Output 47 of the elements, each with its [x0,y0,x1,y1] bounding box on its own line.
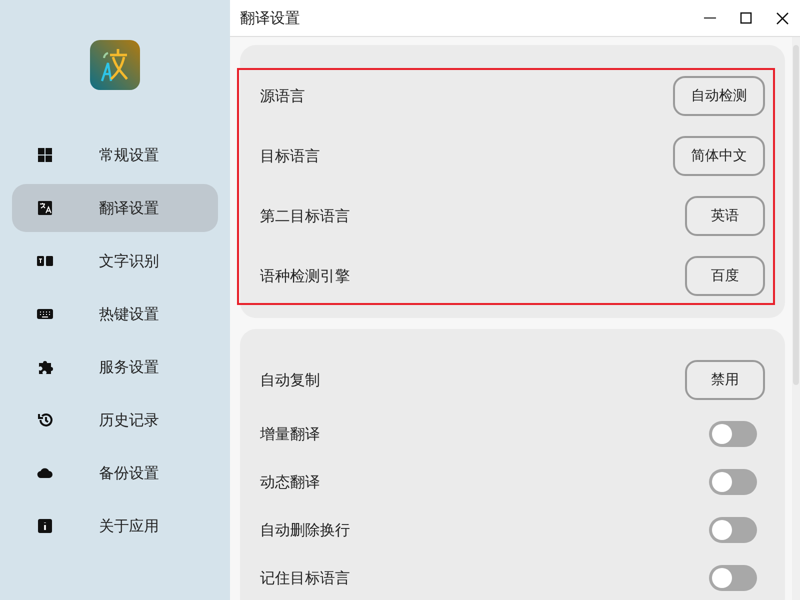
toggle-switch[interactable] [709,469,757,495]
sidebar-item[interactable]: 翻译设置 [12,184,218,232]
window-title: 翻译设置 [240,8,301,28]
sidebar-label: 常规设置 [99,146,159,164]
setting-label: 记住目标语言 [260,568,350,588]
sidebar-item[interactable]: 备份设置 [12,449,218,497]
setting-label: 源语言 [260,86,305,106]
sidebar-item[interactable]: 服务设置 [12,343,218,391]
setting-label: 动态翻译 [260,472,320,492]
puzzle-icon [37,359,53,375]
setting-label: 增量翻译 [260,424,320,444]
sidebar-label: 翻译设置 [99,198,159,218]
sidebar-label: 备份设置 [99,464,159,482]
toggle-switch[interactable] [709,565,757,591]
toggle-switch[interactable] [709,421,757,447]
sidebar-label: 文字识别 [99,252,159,270]
text-scan-icon [37,253,53,269]
sidebar-label: 关于应用 [99,516,159,536]
sidebar-label: 服务设置 [99,358,159,376]
setting-label: 第二目标语言 [260,206,350,226]
sidebar-item[interactable]: 常规设置 [12,131,218,179]
close-icon [776,12,788,24]
maximize-icon [740,12,752,24]
translate-icon [37,200,53,216]
sidebar-item[interactable]: 文字识别 [12,237,218,285]
toggle-switch[interactable] [709,517,757,543]
scrollbar-thumb[interactable] [793,45,799,385]
setting-label: 自动删除换行 [260,520,350,540]
grid-icon [37,147,53,163]
history-icon [37,412,53,428]
option-button[interactable]: 百度 [685,256,765,296]
app-logo [90,40,140,90]
cloud-icon [37,465,53,481]
option-button[interactable]: 英语 [685,196,765,236]
sidebar-item[interactable]: 热键设置 [12,290,218,338]
setting-label: 目标语言 [260,146,320,166]
setting-label: 自动复制 [260,370,320,390]
option-button[interactable]: 禁用 [685,360,765,400]
sidebar-item[interactable]: 关于应用 [12,502,218,550]
sidebar-item[interactable]: 历史记录 [12,396,218,444]
setting-label: 语种检测引擎 [260,266,350,286]
sidebar-label: 热键设置 [99,304,159,324]
option-button[interactable]: 自动检测 [673,76,765,116]
sidebar-label: 历史记录 [99,410,159,430]
keyboard-icon [37,306,53,322]
info-icon [37,518,53,534]
option-button[interactable]: 简体中文 [673,136,765,176]
